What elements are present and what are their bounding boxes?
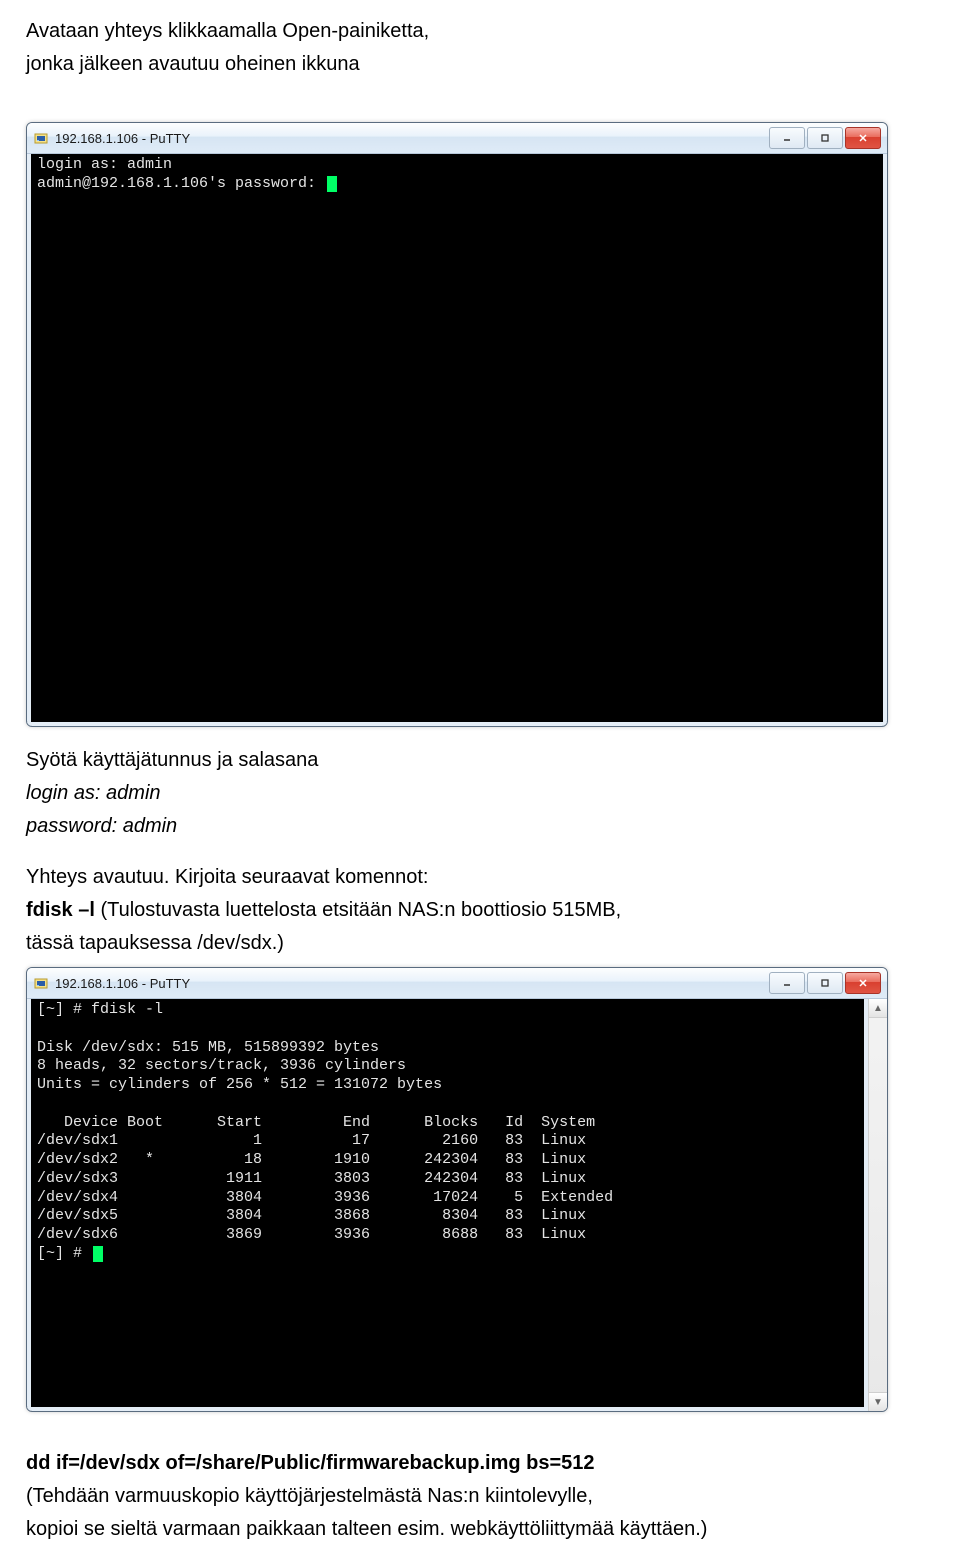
instr-line2: fdisk –l (Tulostuvasta luettelosta etsit…	[26, 897, 934, 924]
terminal-area[interactable]: [~] # fdisk -l Disk /dev/sdx: 515 MB, 51…	[27, 999, 868, 1411]
scroll-down-icon[interactable]: ▼	[869, 1392, 887, 1411]
instr-line1: Yhteys avautuu. Kirjoita seuraavat komen…	[26, 864, 934, 891]
window-title: 192.168.1.106 - PuTTY	[55, 131, 767, 146]
minimize-button[interactable]	[769, 972, 805, 994]
instr-line3: tässä tapauksessa /dev/sdx.)	[26, 930, 934, 957]
footer-line3: kopioi se sieltä varmaan paikkaan taltee…	[26, 1516, 934, 1543]
intro-line2: jonka jälkeen avautuu oheinen ikkuna	[26, 51, 934, 78]
close-button[interactable]	[845, 972, 881, 994]
cursor	[93, 1246, 103, 1262]
fdisk-desc: (Tulostuvasta luettelosta etsitään NAS:n…	[95, 899, 621, 921]
window-title: 192.168.1.106 - PuTTY	[55, 976, 767, 991]
scroll-up-icon[interactable]: ▲	[869, 999, 887, 1018]
putty-window-login: 192.168.1.106 - PuTTY login as: admin ad…	[26, 122, 888, 727]
maximize-button[interactable]	[807, 127, 843, 149]
window-buttons	[767, 972, 881, 994]
footer-line2: (Tehdään varmuuskopio käyttöjärjestelmäs…	[26, 1483, 934, 1510]
close-button[interactable]	[845, 127, 881, 149]
dd-command: dd if=/dev/sdx of=/share/Public/firmware…	[26, 1450, 934, 1477]
titlebar: 192.168.1.106 - PuTTY	[27, 968, 887, 999]
fdisk-cmd: fdisk –l	[26, 899, 95, 921]
putty-window-fdisk: 192.168.1.106 - PuTTY [~] # fdisk -l Dis…	[26, 967, 888, 1412]
cursor	[327, 176, 337, 192]
scrollbar[interactable]: ▲ ▼	[868, 999, 887, 1411]
putty-icon	[33, 130, 49, 146]
terminal-text: login as: admin admin@192.168.1.106's pa…	[37, 156, 325, 192]
putty-icon	[33, 975, 49, 991]
scroll-track[interactable]	[869, 1018, 887, 1392]
maximize-button[interactable]	[807, 972, 843, 994]
password-line: password: admin	[26, 813, 934, 840]
minimize-button[interactable]	[769, 127, 805, 149]
credentials-heading: Syötä käyttäjätunnus ja salasana	[26, 747, 934, 774]
intro-line1: Avataan yhteys klikkaamalla Open-painike…	[26, 18, 934, 45]
titlebar: 192.168.1.106 - PuTTY	[27, 123, 887, 154]
login-line: login as: admin	[26, 780, 934, 807]
terminal-text: [~] # fdisk -l Disk /dev/sdx: 515 MB, 51…	[37, 1001, 613, 1262]
terminal-area[interactable]: login as: admin admin@192.168.1.106's pa…	[27, 154, 887, 726]
window-buttons	[767, 127, 881, 149]
